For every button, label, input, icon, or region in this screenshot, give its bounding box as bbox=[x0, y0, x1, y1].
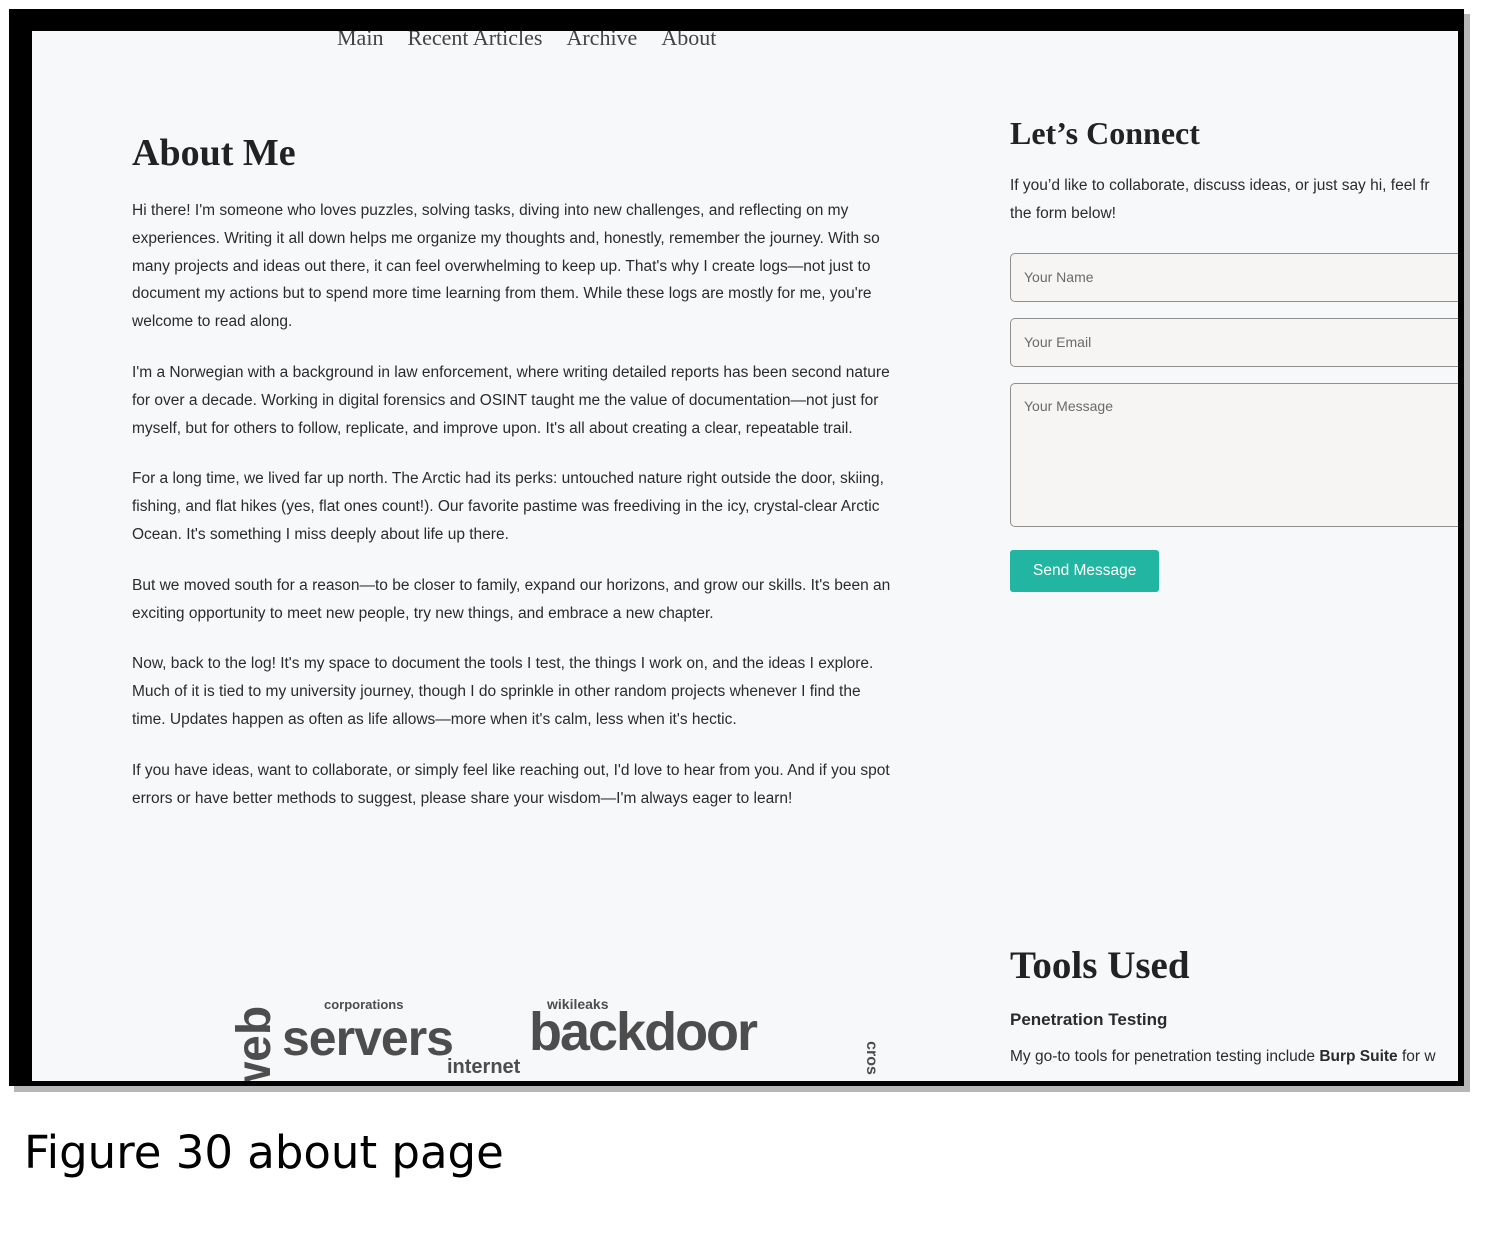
name-field[interactable]: Your Name bbox=[1010, 253, 1458, 302]
tools-section: Tools Used Penetration Testing My go-to … bbox=[1010, 943, 1458, 1066]
name-field-placeholder: Your Name bbox=[1024, 269, 1094, 285]
word-cloud-word: cros bbox=[862, 1041, 880, 1075]
tools-title: Tools Used bbox=[1010, 944, 1190, 987]
top-navigation: Main Recent Articles Archive About bbox=[337, 31, 716, 51]
about-paragraph: But we moved south for a reason—to be cl… bbox=[132, 576, 891, 622]
about-page-screenshot: Main Recent Articles Archive About About… bbox=[32, 31, 1458, 1081]
email-field-placeholder: Your Email bbox=[1024, 334, 1092, 350]
nav-link-about[interactable]: About bbox=[661, 31, 716, 51]
tools-description: My go-to tools for penetration testing i… bbox=[1010, 1048, 1458, 1066]
tools-description-text: My go-to tools for penetration testing i… bbox=[1010, 1048, 1320, 1065]
nav-link-recent-articles[interactable]: Recent Articles bbox=[407, 31, 542, 51]
about-paragraph: Hi there! I'm someone who loves puzzles,… bbox=[132, 202, 880, 331]
about-paragraph: If you have ideas, want to collaborate, … bbox=[132, 761, 890, 807]
about-paragraph: For a long time, we lived far up north. … bbox=[132, 470, 884, 543]
word-cloud-image: web corporations servers internet wikile… bbox=[228, 989, 892, 1081]
contact-intro-line: If you’d like to collaborate, discuss id… bbox=[1010, 177, 1430, 194]
about-title: About Me bbox=[132, 132, 296, 174]
message-field-placeholder: Your Message bbox=[1024, 398, 1113, 414]
contact-section: Let’s Connect If you’d like to collabora… bbox=[1010, 115, 1458, 592]
contact-title: Let’s Connect bbox=[1010, 115, 1200, 151]
word-cloud-word: servers bbox=[282, 1010, 454, 1066]
word-cloud-word: internet bbox=[447, 1056, 521, 1078]
word-cloud-word: web bbox=[228, 1005, 282, 1081]
tools-description-highlight: Burp Suite bbox=[1319, 1048, 1398, 1065]
tools-category: Penetration Testing bbox=[1010, 1010, 1168, 1029]
screenshot-frame: Main Recent Articles Archive About About… bbox=[9, 9, 1464, 1086]
figure-caption: Figure 30 about page bbox=[24, 1126, 504, 1179]
email-field[interactable]: Your Email bbox=[1010, 318, 1458, 367]
word-cloud-word: backdoor bbox=[529, 1002, 758, 1062]
contact-intro: If you’d like to collaborate, discuss id… bbox=[1010, 172, 1458, 228]
message-field[interactable]: Your Message bbox=[1010, 383, 1458, 527]
nav-link-main[interactable]: Main bbox=[337, 31, 383, 51]
about-paragraph: Now, back to the log! It's my space to d… bbox=[132, 655, 874, 728]
nav-link-archive[interactable]: Archive bbox=[566, 31, 637, 51]
tools-description-text: for w bbox=[1397, 1048, 1436, 1065]
about-section: About Me Hi there! I'm someone who loves… bbox=[132, 131, 897, 835]
send-message-button[interactable]: Send Message bbox=[1010, 550, 1160, 592]
about-paragraph: I'm a Norwegian with a background in law… bbox=[132, 363, 890, 437]
contact-intro-line: the form below! bbox=[1010, 205, 1116, 222]
